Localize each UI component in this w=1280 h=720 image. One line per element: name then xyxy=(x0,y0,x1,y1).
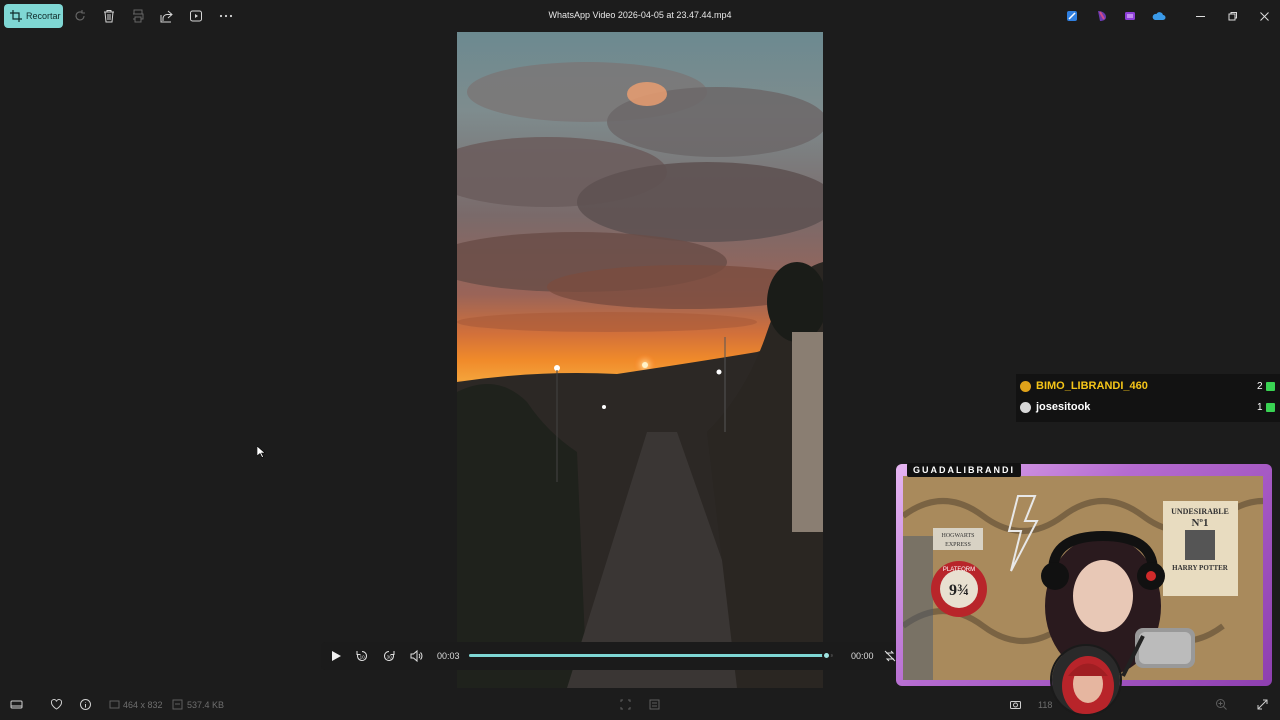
chat-badge-icon xyxy=(1020,401,1031,413)
forward-30-icon[interactable]: 30 xyxy=(382,649,396,663)
designer-app-icon[interactable] xyxy=(1094,8,1110,24)
title-bar: Recortar WhatsApp Video 2026-04-05 at 23… xyxy=(0,0,1280,32)
video-frame[interactable] xyxy=(457,32,823,688)
onedrive-icon[interactable] xyxy=(1151,8,1167,24)
current-time: 00:03 xyxy=(437,651,460,661)
chat-bar-icon xyxy=(1266,402,1275,412)
chat-overlay: BIMO_LIBRANDI_460 2 josesitook 1 xyxy=(1016,374,1280,422)
minimize-icon[interactable] xyxy=(1192,8,1208,24)
rewind-10-icon[interactable]: 10 xyxy=(355,649,369,663)
svg-text:PLATFORM: PLATFORM xyxy=(943,567,975,573)
end-time: 00:00 xyxy=(851,651,874,661)
dimensions-icon xyxy=(108,698,122,712)
restore-icon[interactable] xyxy=(1224,8,1240,24)
play-icon[interactable] xyxy=(329,649,343,663)
sunset-video-image xyxy=(457,32,823,688)
clipchamp-icon[interactable] xyxy=(1122,8,1138,24)
file-size: 537.4 KB xyxy=(187,700,225,710)
volume-icon[interactable] xyxy=(409,649,423,663)
filmstrip-icon[interactable] xyxy=(10,698,24,712)
fit-to-window-icon[interactable] xyxy=(619,698,633,712)
close-icon[interactable] xyxy=(1256,8,1272,24)
image-dimensions: 464 x 832 xyxy=(123,700,163,710)
svg-text:HARRY POTTER: HARRY POTTER xyxy=(1172,564,1229,572)
chat-entry: josesitook 1 xyxy=(1016,397,1280,417)
actual-size-icon[interactable] xyxy=(648,698,662,712)
chat-count: 2 xyxy=(1257,380,1263,392)
favorite-icon[interactable] xyxy=(50,698,64,712)
avatar xyxy=(1050,644,1122,716)
svg-text:EXPRESS: EXPRESS xyxy=(945,542,971,548)
chat-entry: BIMO_LIBRANDI_460 2 xyxy=(1016,376,1280,396)
repeat-off-icon[interactable] xyxy=(883,649,897,663)
window-title: WhatsApp Video 2026-04-05 at 23.47.44.mp… xyxy=(548,10,732,20)
chat-badge-icon xyxy=(1020,380,1031,392)
seek-bar-progress xyxy=(469,654,826,657)
svg-text:9¾: 9¾ xyxy=(949,582,969,599)
mouse-cursor xyxy=(256,445,266,463)
svg-text:30: 30 xyxy=(387,655,393,660)
file-size-icon xyxy=(171,698,185,712)
svg-text:HOGWARTS: HOGWARTS xyxy=(942,533,975,539)
chat-count: 1 xyxy=(1257,401,1263,413)
svg-text:10: 10 xyxy=(360,655,366,660)
zoom-level: 118 xyxy=(1038,700,1053,710)
chat-username: josesitook xyxy=(1036,401,1091,413)
expand-icon[interactable] xyxy=(1256,698,1270,712)
editor-app-icon[interactable] xyxy=(1064,8,1080,24)
seek-bar-thumb[interactable] xyxy=(821,651,831,660)
playback-bar: 10 30 00:03 00:00 xyxy=(321,642,901,670)
chat-username: BIMO_LIBRANDI_460 xyxy=(1036,380,1148,392)
zoom-in-icon[interactable] xyxy=(1215,698,1229,712)
info-icon[interactable] xyxy=(79,698,93,712)
channel-name-label: GUADALIBRANDI xyxy=(907,463,1021,477)
svg-text:UNDESIRABLE: UNDESIRABLE xyxy=(1171,507,1229,516)
seek-bar[interactable] xyxy=(469,651,833,660)
screenshot-icon[interactable] xyxy=(1009,698,1023,712)
svg-text:Nº1: Nº1 xyxy=(1191,517,1208,529)
chat-bar-icon xyxy=(1266,381,1275,391)
